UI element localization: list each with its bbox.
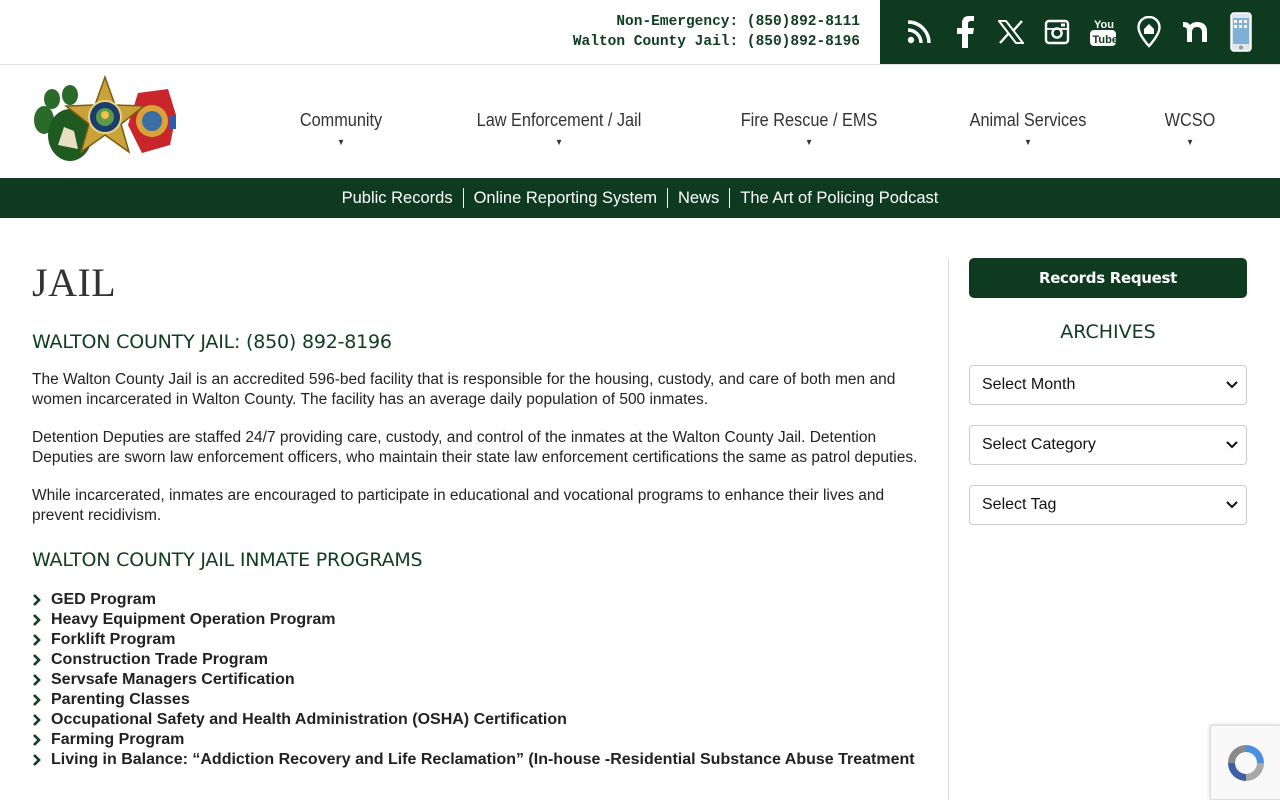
list-item: Living in Balance: “Addiction Recovery a… bbox=[32, 750, 932, 770]
facebook-icon[interactable] bbox=[942, 0, 988, 64]
nav-label: WCSO bbox=[1164, 109, 1216, 130]
list-item: Forklift Program bbox=[32, 630, 932, 650]
caret-down-icon: ▼ bbox=[1024, 137, 1032, 147]
program-label: GED Program bbox=[51, 591, 156, 608]
secondary-navigation: Public Records Online Reporting System N… bbox=[0, 178, 1280, 218]
chevron-right-icon bbox=[32, 654, 51, 666]
list-item: Servsafe Managers Certification bbox=[32, 670, 932, 690]
caret-down-icon: ▼ bbox=[1186, 137, 1194, 147]
subnav-news[interactable]: News bbox=[668, 188, 731, 208]
program-label: Living in Balance: “Addiction Recovery a… bbox=[51, 751, 915, 768]
nav-animal-services[interactable]: Animal Services ▼ bbox=[956, 109, 1100, 147]
select-tag-dropdown[interactable]: Select Tag bbox=[969, 485, 1247, 525]
chevron-right-icon bbox=[32, 594, 51, 606]
main-content: JAIL WALTON COUNTY JAIL: (850) 892-8196 … bbox=[32, 258, 932, 770]
recaptcha-badge[interactable] bbox=[1210, 725, 1280, 800]
jail-phone-heading: WALTON COUNTY JAIL: (850) 892-8196 bbox=[32, 331, 392, 353]
mobile-app-icon[interactable] bbox=[1218, 0, 1264, 64]
program-label: Occupational Safety and Health Administr… bbox=[51, 711, 567, 728]
select-value: Select Month bbox=[982, 376, 1076, 393]
records-request-button[interactable]: Records Request bbox=[969, 258, 1247, 298]
chevron-right-icon bbox=[32, 694, 51, 706]
nav-community[interactable]: Community ▼ bbox=[297, 109, 385, 147]
nav-label: Community bbox=[299, 109, 383, 130]
page-title: JAIL bbox=[32, 260, 117, 305]
nav-label: Animal Services bbox=[969, 109, 1087, 130]
program-label: Construction Trade Program bbox=[51, 651, 268, 668]
program-label: Farming Program bbox=[51, 731, 185, 748]
nav-label: Fire Rescue / EMS bbox=[740, 109, 878, 130]
list-item: Heavy Equipment Operation Program bbox=[32, 610, 932, 630]
paragraph: The Walton County Jail is an accredited … bbox=[32, 371, 896, 408]
list-item: Parenting Classes bbox=[32, 690, 932, 710]
sidebar: Records Request ARCHIVES Select Month Se… bbox=[969, 258, 1247, 525]
subnav-art-of-policing-podcast[interactable]: The Art of Policing Podcast bbox=[730, 188, 948, 208]
list-item: GED Program bbox=[32, 590, 932, 610]
nav-fire-rescue-ems[interactable]: Fire Rescue / EMS ▼ bbox=[725, 109, 892, 147]
select-category-dropdown[interactable]: Select Category bbox=[969, 425, 1247, 465]
nav-wcso[interactable]: WCSO ▼ bbox=[1155, 109, 1225, 147]
select-value: Select Tag bbox=[982, 496, 1057, 513]
site-header: Community ▼ Law Enforcement / Jail ▼ Fir… bbox=[0, 65, 1280, 178]
top-bar: Non-Emergency: (850)892-8111 Walton Coun… bbox=[0, 0, 1280, 65]
caret-down-icon: ▼ bbox=[805, 137, 813, 147]
x-icon[interactable] bbox=[988, 0, 1034, 64]
subnav-online-reporting-system[interactable]: Online Reporting System bbox=[464, 188, 668, 208]
caret-down-icon: ▼ bbox=[337, 137, 345, 147]
list-item: Occupational Safety and Health Administr… bbox=[32, 710, 932, 730]
jail-phone[interactable]: Walton County Jail: (850)892-8196 bbox=[573, 32, 860, 52]
nav-label: Law Enforcement / Jail bbox=[476, 109, 642, 130]
instagram-icon[interactable] bbox=[1034, 0, 1080, 64]
chevron-right-icon bbox=[32, 674, 51, 686]
non-emergency-phone[interactable]: Non-Emergency: (850)892-8111 bbox=[573, 12, 860, 32]
caret-down-icon: ▼ bbox=[555, 137, 563, 147]
contact-info: Non-Emergency: (850)892-8111 Walton Coun… bbox=[573, 12, 860, 52]
svg-text:Tube: Tube bbox=[1093, 34, 1118, 46]
chevron-right-icon bbox=[32, 714, 51, 726]
social-links: You Tube bbox=[880, 0, 1280, 64]
chevron-right-icon bbox=[32, 614, 51, 626]
program-label: Parenting Classes bbox=[51, 691, 190, 708]
youtube-icon[interactable]: You Tube bbox=[1080, 0, 1126, 64]
location-icon[interactable] bbox=[1126, 0, 1172, 64]
programs-list: GED Program Heavy Equipment Operation Pr… bbox=[32, 590, 932, 770]
chevron-right-icon bbox=[32, 754, 51, 766]
select-month-dropdown[interactable]: Select Month bbox=[969, 365, 1247, 405]
recaptcha-icon bbox=[1227, 744, 1264, 781]
program-label: Heavy Equipment Operation Program bbox=[51, 611, 336, 628]
chevron-down-icon bbox=[1226, 501, 1238, 509]
program-label: Forklift Program bbox=[51, 631, 176, 648]
list-item: Construction Trade Program bbox=[32, 650, 932, 670]
nav-law-enforcement-jail[interactable]: Law Enforcement / Jail ▼ bbox=[471, 109, 647, 147]
rss-icon[interactable] bbox=[896, 0, 942, 64]
svg-text:You: You bbox=[1094, 19, 1114, 31]
subnav-public-records[interactable]: Public Records bbox=[332, 188, 464, 208]
nextdoor-icon[interactable] bbox=[1172, 0, 1218, 64]
chevron-down-icon bbox=[1226, 441, 1238, 449]
content-divider bbox=[948, 258, 949, 800]
list-item: Farming Program bbox=[32, 730, 932, 750]
archives-heading: ARCHIVES bbox=[1060, 321, 1156, 343]
chevron-right-icon bbox=[32, 734, 51, 746]
programs-heading: WALTON COUNTY JAIL INMATE PROGRAMS bbox=[32, 549, 423, 571]
select-value: Select Category bbox=[982, 436, 1096, 453]
chevron-down-icon bbox=[1226, 381, 1238, 389]
program-label: Servsafe Managers Certification bbox=[51, 671, 295, 688]
paragraph: While incarcerated, inmates are encourag… bbox=[32, 487, 885, 524]
main-navigation: Community ▼ Law Enforcement / Jail ▼ Fir… bbox=[0, 65, 1280, 178]
paragraph: Detention Deputies are staffed 24/7 prov… bbox=[32, 429, 918, 466]
chevron-right-icon bbox=[32, 634, 51, 646]
